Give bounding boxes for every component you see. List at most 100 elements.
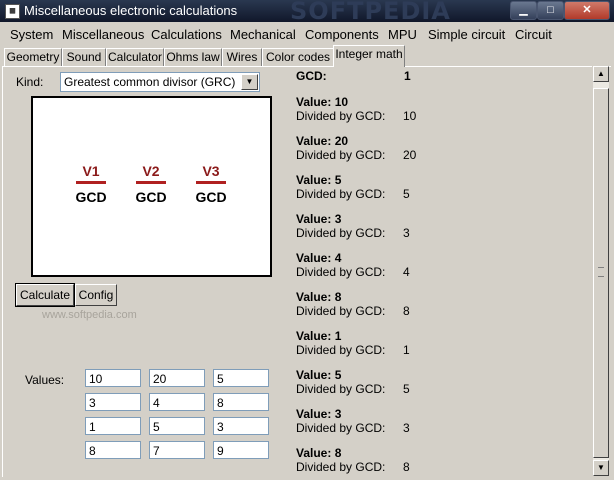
result-value-heading: Value: 3: [296, 212, 341, 226]
result-divided-value: 10: [403, 109, 417, 123]
result-value-number: 3: [334, 407, 342, 421]
result-divided-label: Divided by GCD:: [296, 421, 386, 435]
softpedia-url-watermark: www.softpedia.com: [42, 309, 137, 321]
value-input-4-2[interactable]: 7: [149, 441, 205, 459]
result-divided-value: 5: [403, 382, 410, 396]
calculate-button[interactable]: Calculate: [15, 283, 75, 307]
result-divided-value: 1: [403, 343, 410, 357]
scroll-up-icon[interactable]: ▲: [593, 66, 609, 82]
result-value-prefix: Value:: [296, 446, 332, 460]
tab-geometry[interactable]: Geometry: [4, 48, 62, 66]
diagram-bar: [136, 181, 166, 184]
diagram-var-v1: V1: [82, 163, 100, 179]
result-value-prefix: Value:: [296, 290, 332, 304]
value-input-1-3[interactable]: 5: [213, 369, 269, 387]
result-value-prefix: Value:: [296, 407, 332, 421]
result-divided-label: Divided by GCD:: [296, 148, 386, 162]
menu-miscellaneous[interactable]: Miscellaneous: [62, 27, 144, 42]
menu-mpu[interactable]: MPU: [388, 27, 417, 42]
result-value-heading: Value: 10: [296, 95, 348, 109]
value-input-3-3[interactable]: 3: [213, 417, 269, 435]
diagram-var-v2: V2: [142, 163, 160, 179]
diagram-gcd-label: GCD: [75, 189, 107, 205]
tab-wires[interactable]: Wires: [222, 48, 262, 66]
config-button[interactable]: Config: [75, 284, 117, 306]
result-divided-label: Divided by GCD:: [296, 187, 386, 201]
value-input-3-2[interactable]: 5: [149, 417, 205, 435]
value-input-2-3[interactable]: 8: [213, 393, 269, 411]
result-value-heading: Value: 3: [296, 407, 341, 421]
value-input-2-1[interactable]: 3: [85, 393, 141, 411]
result-divided-value: 8: [403, 304, 410, 318]
result-value-prefix: Value:: [296, 134, 332, 148]
result-divided-value: 4: [403, 265, 410, 279]
tab-calculator[interactable]: Calculator: [106, 48, 164, 66]
scroll-thumb[interactable]: [593, 88, 609, 458]
grip-icon: [598, 267, 604, 277]
value-input-4-3[interactable]: 9: [213, 441, 269, 459]
scroll-down-icon[interactable]: ▼: [593, 460, 609, 476]
result-value-number: 10: [334, 95, 349, 109]
result-value-number: 8: [334, 290, 342, 304]
result-value-heading: Value: 5: [296, 173, 341, 187]
kind-label: Kind:: [16, 75, 44, 89]
result-value-prefix: Value:: [296, 329, 332, 343]
menu-system[interactable]: System: [10, 27, 53, 42]
diagram-gcd-label: GCD: [195, 189, 227, 205]
window-title: Miscellaneous electronic calculations: [24, 3, 238, 18]
result-value-prefix: Value:: [296, 368, 332, 382]
minimize-button[interactable]: ▁: [510, 1, 537, 20]
result-value-number: 8: [334, 446, 342, 460]
value-input-2-2[interactable]: 4: [149, 393, 205, 411]
result-value-heading: Value: 1: [296, 329, 341, 343]
result-divided-value: 3: [403, 226, 410, 240]
result-divided-value: 5: [403, 187, 410, 201]
menu-components[interactable]: Components: [305, 27, 379, 42]
diagram-gcd-label: GCD: [135, 189, 167, 205]
tab-bar: Geometry Sound Calculator Ohms law Wires…: [0, 45, 614, 67]
result-value-heading: Value: 8: [296, 446, 341, 460]
result-divided-label: Divided by GCD:: [296, 460, 386, 474]
results-scrollbar[interactable]: ▲ ▼: [592, 66, 609, 476]
diagram-bar: [196, 181, 226, 184]
menu-calculations[interactable]: Calculations: [151, 27, 222, 42]
gcd-result-value: 1: [404, 69, 411, 83]
value-input-1-2[interactable]: 20: [149, 369, 205, 387]
result-value-heading: Value: 8: [296, 290, 341, 304]
result-value-prefix: Value:: [296, 212, 332, 226]
result-divided-label: Divided by GCD:: [296, 382, 386, 396]
gcd-diagram: V1 GCD V2 GCD V3 GCD: [31, 96, 272, 277]
tab-integer-math[interactable]: Integer math: [333, 45, 405, 67]
menu-bar: System Miscellaneous Calculations Mechan…: [0, 23, 614, 45]
app-icon: ▦: [5, 4, 20, 19]
result-value-prefix: Value:: [296, 173, 332, 187]
result-divided-value: 3: [403, 421, 410, 435]
close-button[interactable]: ✕: [564, 1, 610, 20]
result-value-number: 1: [334, 329, 342, 343]
result-divided-label: Divided by GCD:: [296, 304, 386, 318]
value-input-1-1[interactable]: 10: [85, 369, 141, 387]
result-divided-value: 20: [403, 148, 417, 162]
result-value-number: 3: [334, 212, 342, 226]
tab-color-codes[interactable]: Color codes: [262, 48, 334, 66]
value-input-4-1[interactable]: 8: [85, 441, 141, 459]
result-value-number: 20: [334, 134, 349, 148]
result-divided-value: 8: [403, 460, 410, 474]
menu-simple-circuit[interactable]: Simple circuit: [428, 27, 505, 42]
chevron-down-icon[interactable]: ▼: [241, 74, 258, 90]
tab-ohms-law[interactable]: Ohms law: [164, 48, 222, 66]
values-label: Values:: [25, 373, 65, 387]
value-input-3-1[interactable]: 1: [85, 417, 141, 435]
results-panel: GCD: 1 Value: 10 Divided by GCD: 10 Value: …: [296, 66, 590, 476]
result-value-number: 4: [334, 251, 342, 265]
tab-sound[interactable]: Sound: [62, 48, 106, 66]
gcd-result-label: GCD:: [296, 69, 327, 83]
menu-mechanical[interactable]: Mechanical: [230, 27, 296, 42]
result-value-heading: Value: 20: [296, 134, 348, 148]
maximize-button[interactable]: □: [537, 1, 564, 20]
kind-select[interactable]: Greatest common divisor (GRC) ▼: [60, 72, 260, 92]
result-value-number: 5: [334, 368, 342, 382]
diagram-var-v3: V3: [202, 163, 220, 179]
diagram-bar: [76, 181, 106, 184]
menu-circuit[interactable]: Circuit: [515, 27, 552, 42]
